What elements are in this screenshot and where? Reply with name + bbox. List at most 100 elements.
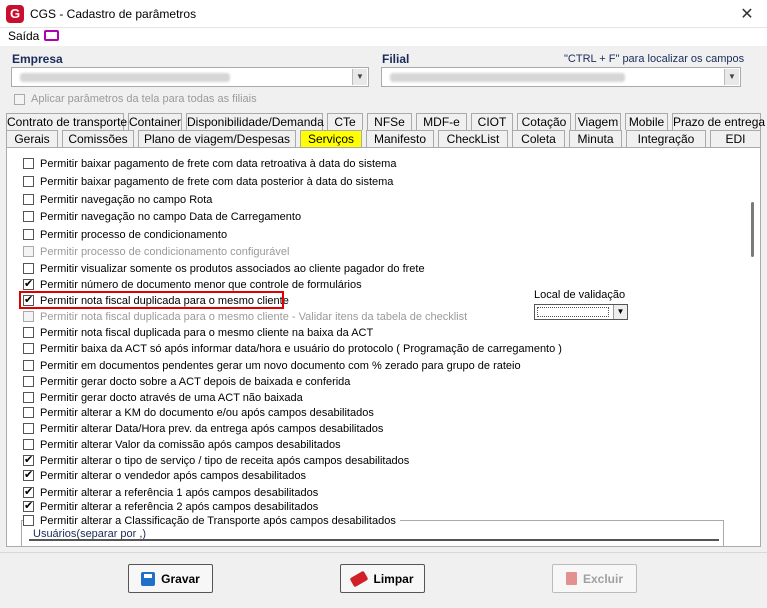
limpar-label: Limpar [373,571,414,586]
option-row[interactable]: Permitir baixar pagamento de frete com d… [23,156,396,171]
tab-coleta[interactable]: Coleta [512,130,565,147]
option-row[interactable]: Permitir alterar a KM do documento e/ou … [23,405,374,420]
vertical-scrollbar[interactable] [748,152,758,542]
menu-saida[interactable]: Saída [8,29,39,43]
option-row[interactable]: Permitir alterar o vendedor após campos … [23,468,306,483]
limpar-button[interactable]: Limpar [340,564,425,593]
option-label: Permitir navegação no campo Rota [40,193,213,206]
tab-plano-viagem[interactable]: Plano de viagem/Despesas [138,130,296,147]
option-label: Permitir baixar pagamento de frete com d… [40,175,394,188]
option-label: Permitir gerar docto sobre a ACT depois … [40,375,351,388]
tab-disponibilidade[interactable]: Disponibilidade/Demanda [186,113,324,130]
option-checkbox[interactable] [23,211,34,222]
tab-viagem[interactable]: Viagem [575,113,621,130]
option-label: Permitir alterar a Classificação de Tran… [40,514,396,527]
option-checkbox[interactable] [23,407,34,418]
tab-manifesto[interactable]: Manifesto [366,130,434,147]
option-checkbox[interactable] [23,194,34,205]
option-checkbox[interactable] [23,485,34,498]
option-row[interactable]: Permitir alterar a referência 2 após cam… [23,499,318,514]
option-checkbox[interactable] [23,515,34,526]
window-title: CGS - Cadastro de parâmetros [30,7,197,21]
option-checkbox[interactable] [23,499,34,512]
option-row[interactable]: Permitir alterar a referência 1 após cam… [23,485,318,500]
option-label: Permitir nota fiscal duplicada para o me… [40,310,468,323]
option-label: Permitir visualizar somente os produtos … [40,262,425,275]
scrollbar-thumb[interactable] [751,202,754,257]
tab-cotacao[interactable]: Cotação [517,113,571,130]
option-row[interactable]: Permitir baixa da ACT só após informar d… [23,341,562,356]
tab-ciot[interactable]: CIOT [471,113,513,130]
screen-icon[interactable] [44,30,59,41]
option-label: Permitir nota fiscal duplicada para o me… [40,326,374,339]
option-label: Permitir gerar docto através de uma ACT … [40,391,303,404]
close-icon[interactable]: ✕ [737,4,757,24]
chevron-down-icon[interactable]: ▼ [724,69,739,85]
option-checkbox[interactable] [23,453,34,466]
option-row[interactable]: Permitir gerar docto sobre a ACT depois … [23,374,350,389]
tab-contrato-transporte[interactable]: Contrato de transporte [6,113,127,130]
option-row[interactable]: Permitir alterar o tipo de serviço / tip… [23,453,409,468]
option-checkbox[interactable] [23,327,34,338]
tab-container[interactable]: Container [128,113,182,130]
option-label: Permitir número de documento menor que c… [40,278,362,291]
apply-all-checkbox[interactable] [14,93,25,105]
highlight-box [19,291,284,309]
tab-cte[interactable]: CTe [327,113,363,130]
option-checkbox[interactable] [23,158,34,169]
tab-gerais[interactable]: Gerais [6,130,58,147]
option-label: Permitir alterar o vendedor após campos … [40,469,306,482]
option-checkbox[interactable] [23,376,34,387]
option-row[interactable]: Permitir nota fiscal duplicada para o me… [23,325,373,340]
option-label: Permitir alterar Data/Hora prev. da entr… [40,422,384,435]
option-row[interactable]: Permitir gerar docto através de uma ACT … [23,390,303,405]
usuarios-input[interactable] [29,539,719,546]
local-validacao-select[interactable]: ▼ [534,304,628,320]
option-row: Permitir nota fiscal duplicada para o me… [23,309,467,324]
option-checkbox[interactable] [23,263,34,274]
option-checkbox[interactable] [23,360,34,371]
apply-all-label: Aplicar parâmetros da tela para todas as… [31,93,257,105]
local-validacao-label: Local de validação [534,289,626,301]
option-checkbox[interactable] [23,277,34,290]
tab-checklist[interactable]: CheckList [438,130,508,147]
option-checkbox[interactable] [23,343,34,354]
tab-integracao[interactable]: Integração [626,130,706,147]
option-row[interactable]: Permitir número de documento menor que c… [23,277,362,292]
option-row[interactable]: Permitir alterar Data/Hora prev. da entr… [23,421,383,436]
filial-select[interactable]: ▼ [381,67,741,87]
apply-all-option[interactable]: Aplicar parâmetros da tela para todas as… [14,93,257,105]
chevron-down-icon[interactable]: ▼ [613,305,627,319]
option-label: Permitir baixar pagamento de frete com d… [40,157,397,170]
tab-servicos[interactable]: Serviços [300,130,362,147]
option-label: Permitir navegação no campo Data de Carr… [40,210,302,223]
option-row[interactable]: Permitir baixar pagamento de frete com d… [23,174,393,189]
option-label: Permitir processo de condicionamento con… [40,245,290,258]
option-row[interactable]: Permitir visualizar somente os produtos … [23,261,425,276]
tab-prazo-entrega[interactable]: Prazo de entrega [672,113,765,130]
tab-minuta[interactable]: Minuta [569,130,622,147]
option-checkbox[interactable] [23,439,34,450]
option-row[interactable]: Permitir alterar a Classificação de Tran… [23,513,400,528]
option-row[interactable]: Permitir alterar Valor da comissão após … [23,437,341,452]
option-checkbox[interactable] [23,229,34,240]
option-checkbox[interactable] [23,468,34,481]
chevron-down-icon[interactable]: ▼ [352,69,367,85]
tab-edi[interactable]: EDI [710,130,761,147]
tab-comissoes[interactable]: Comissões [62,130,134,147]
tab-mdfe[interactable]: MDF-e [416,113,467,130]
option-row[interactable]: Permitir navegação no campo Rota [23,192,212,207]
option-checkbox[interactable] [23,176,34,187]
search-hint: "CTRL + F" para localizar os campos [564,53,745,65]
gravar-button[interactable]: Gravar [128,564,213,593]
tab-mobile[interactable]: Mobile [625,113,668,130]
option-row[interactable]: Permitir navegação no campo Data de Carr… [23,209,301,224]
option-row[interactable]: Permitir em documentos pendentes gerar u… [23,358,521,373]
option-checkbox[interactable] [23,392,34,403]
option-row[interactable]: Permitir processo de condicionamento [23,227,227,242]
eraser-icon [350,570,369,587]
servicos-panel: Permitir baixar pagamento de frete com d… [6,147,761,547]
tab-nfse[interactable]: NFSe [367,113,412,130]
empresa-select[interactable]: ▼ [11,67,369,87]
option-checkbox[interactable] [23,423,34,434]
